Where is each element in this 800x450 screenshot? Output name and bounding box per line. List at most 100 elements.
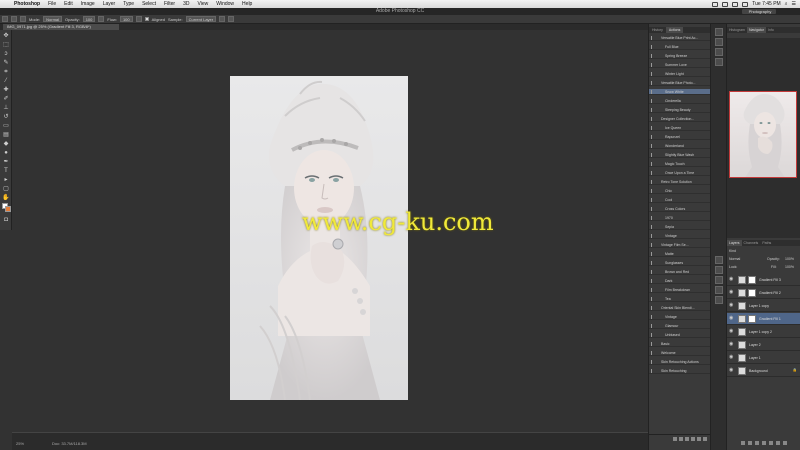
action-set-row[interactable]: Welcome xyxy=(649,350,711,356)
action-set-row[interactable]: Versatile Blue Print Ac... xyxy=(649,35,711,41)
action-row[interactable]: Wonderland xyxy=(649,143,711,149)
action-row[interactable]: Slightly Blue Wash xyxy=(649,152,711,158)
action-row[interactable]: Snow White xyxy=(649,89,711,95)
toggle-item-checkbox[interactable] xyxy=(651,99,654,103)
layer-thumbnail[interactable] xyxy=(738,354,746,362)
navigator-thumbnail[interactable] xyxy=(729,91,797,178)
new-action-icon[interactable] xyxy=(697,436,701,441)
action-set-row[interactable]: Versatile Blue Photo... xyxy=(649,80,711,86)
action-row[interactable]: Cool xyxy=(649,197,711,203)
link-layers-icon[interactable] xyxy=(741,441,745,445)
toggle-item-checkbox[interactable] xyxy=(651,153,654,157)
color-panel-icon[interactable] xyxy=(715,58,723,66)
stop-icon[interactable] xyxy=(673,436,677,441)
pressure-size-icon[interactable] xyxy=(228,16,235,22)
airbrush-icon[interactable] xyxy=(135,16,142,22)
menu-layer[interactable]: Layer xyxy=(99,1,120,7)
action-row[interactable]: Winter Light xyxy=(649,71,711,77)
visibility-eye-icon[interactable]: ◉ xyxy=(729,303,734,308)
swatches-panel-icon[interactable] xyxy=(715,276,723,284)
pressure-opacity-icon[interactable] xyxy=(98,16,105,22)
menu-edit[interactable]: Edit xyxy=(60,1,77,7)
menu-file[interactable]: File xyxy=(44,1,60,7)
layer-mask-thumbnail[interactable] xyxy=(748,276,756,284)
menu-view[interactable]: View xyxy=(194,1,213,7)
menu-3d[interactable]: 3D xyxy=(179,1,193,7)
layer-row[interactable]: ◉ Background 🔒 xyxy=(727,365,800,377)
document-canvas[interactable]: www.cg-ku.com xyxy=(12,30,648,432)
action-row[interactable]: Sunglasses xyxy=(649,260,711,266)
toggle-item-checkbox[interactable] xyxy=(651,180,654,184)
action-row[interactable]: Vintage xyxy=(649,233,711,239)
move-tool-icon[interactable]: ✥ xyxy=(2,32,10,40)
trash-icon[interactable] xyxy=(703,436,707,441)
new-layer-icon[interactable] xyxy=(776,441,780,445)
toggle-item-checkbox[interactable] xyxy=(651,117,654,121)
action-set-row[interactable]: Skin Retouching xyxy=(649,368,711,374)
wifi-icon[interactable] xyxy=(722,1,729,7)
toggle-item-checkbox[interactable] xyxy=(651,54,654,58)
layer-row[interactable]: ◉ Gradient Fill 1 xyxy=(727,313,800,325)
toggle-item-checkbox[interactable] xyxy=(651,126,654,130)
layer-row[interactable]: ◉ Gradient Fill 3 xyxy=(727,274,800,286)
action-row[interactable]: Brown and Red xyxy=(649,269,711,275)
toggle-item-checkbox[interactable] xyxy=(651,135,654,139)
action-row[interactable]: Summer Love xyxy=(649,62,711,68)
action-row[interactable]: Chic xyxy=(649,188,711,194)
action-row[interactable]: Full Blue xyxy=(649,44,711,50)
tab-paths[interactable]: Paths xyxy=(760,240,773,246)
notification-icon[interactable]: ☰ xyxy=(792,1,796,7)
status-menu-icon[interactable] xyxy=(712,1,719,7)
toggle-item-checkbox[interactable] xyxy=(651,144,654,148)
visibility-eye-icon[interactable]: ◉ xyxy=(729,368,734,373)
toggle-item-checkbox[interactable] xyxy=(651,270,654,274)
toggle-item-checkbox[interactable] xyxy=(651,315,654,319)
eraser-tool-icon[interactable]: ▭ xyxy=(2,122,10,130)
hand-tool-icon[interactable]: ✋ xyxy=(2,194,10,202)
layer-thumbnail[interactable] xyxy=(738,302,746,310)
gradient-tool-icon[interactable]: ▤ xyxy=(2,131,10,139)
layer-thumbnail[interactable] xyxy=(738,328,746,336)
toggle-item-checkbox[interactable] xyxy=(651,279,654,283)
action-set-row[interactable]: Basic xyxy=(649,341,711,347)
volume-icon[interactable] xyxy=(732,1,739,7)
workspace-switcher[interactable]: Photography xyxy=(742,9,776,14)
toggle-item-checkbox[interactable] xyxy=(651,63,654,67)
ignore-adjustment-icon[interactable] xyxy=(219,16,226,22)
new-group-icon[interactable] xyxy=(769,441,773,445)
healing-brush-tool-icon[interactable]: ✚ xyxy=(2,86,10,94)
tool-preset-icon[interactable] xyxy=(2,16,8,22)
history-panel-icon[interactable] xyxy=(715,28,723,36)
clone-source-icon[interactable] xyxy=(20,16,26,22)
action-row[interactable]: Unbiased xyxy=(649,332,711,338)
layer-row[interactable]: ◉ Gradient Fill 2 xyxy=(727,287,800,299)
play-icon[interactable] xyxy=(685,436,689,441)
action-row[interactable]: Matte xyxy=(649,251,711,257)
fill-field[interactable]: 100% xyxy=(785,264,794,270)
blur-tool-icon[interactable]: ◆ xyxy=(2,140,10,148)
visibility-eye-icon[interactable]: ◉ xyxy=(729,277,734,282)
toggle-item-checkbox[interactable] xyxy=(651,351,654,355)
toggle-item-checkbox[interactable] xyxy=(651,225,654,229)
doc-size-readout[interactable]: Doc: 33.7M/118.3M xyxy=(52,441,87,446)
flow-field[interactable]: 100 xyxy=(119,16,133,22)
menu-select[interactable]: Select xyxy=(138,1,160,7)
brush-preset-icon[interactable] xyxy=(11,16,17,22)
toggle-item-checkbox[interactable] xyxy=(651,189,654,193)
toggle-item-checkbox[interactable] xyxy=(651,45,654,49)
toggle-item-checkbox[interactable] xyxy=(651,36,654,40)
toggle-item-checkbox[interactable] xyxy=(651,297,654,301)
layer-row[interactable]: ◉ Layer 2 xyxy=(727,339,800,351)
menu-help[interactable]: Help xyxy=(238,1,256,7)
adjustments-panel-icon[interactable] xyxy=(715,256,723,264)
menu-image[interactable]: Image xyxy=(77,1,99,7)
eyedropper-tool-icon[interactable]: ⁄ xyxy=(2,77,10,85)
toggle-item-checkbox[interactable] xyxy=(651,342,654,346)
action-row[interactable]: Sepia xyxy=(649,224,711,230)
action-row[interactable]: Vintage xyxy=(649,314,711,320)
visibility-eye-icon[interactable]: ◉ xyxy=(729,329,734,334)
layer-mask-thumbnail[interactable] xyxy=(748,315,756,323)
action-set-row[interactable]: Designer Collection... xyxy=(649,116,711,122)
marquee-tool-icon[interactable]: ⬚ xyxy=(2,41,10,49)
visibility-eye-icon[interactable]: ◉ xyxy=(729,355,734,360)
